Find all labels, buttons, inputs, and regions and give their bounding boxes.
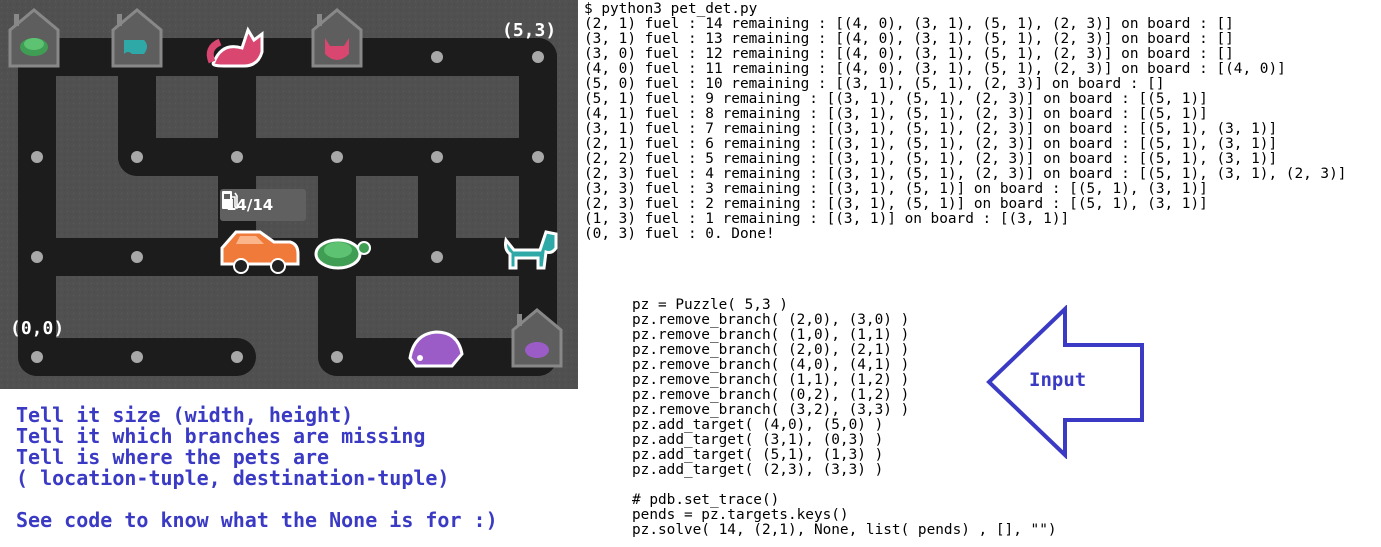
terminal-line: (4, 1) fuel : 8 remaining : [(3, 1), (5,… xyxy=(584,106,1208,122)
code-line: # pdb.set_trace() xyxy=(632,492,780,508)
code-line: pends = pz.targets.keys() xyxy=(632,507,849,523)
game-board: (5,3) (0,0) 14/14 xyxy=(0,0,578,389)
terminal-line: (2, 1) fuel : 6 remaining : [(3, 1), (5,… xyxy=(584,136,1278,152)
terminal-line: (5, 0) fuel : 10 remaining : [(3, 1), (5… xyxy=(584,76,1165,92)
terminal-line: (3, 1) fuel : 7 remaining : [(3, 1), (5,… xyxy=(584,121,1278,137)
terminal-line: (2, 3) fuel : 2 remaining : [(3, 1), (5,… xyxy=(584,196,1208,212)
terminal-line: (0, 3) fuel : 0. Done! xyxy=(584,226,775,242)
terminal-line: (2, 3) fuel : 4 remaining : [(3, 1), (5,… xyxy=(584,166,1347,182)
corner-label-top-right: (5,3) xyxy=(502,20,557,41)
terminal-line: (2, 2) fuel : 5 remaining : [(3, 1), (5,… xyxy=(584,151,1278,167)
note-line: Tell is where the pets are xyxy=(16,445,330,469)
terminal-line: (3, 3) fuel : 3 remaining : [(3, 1), (5,… xyxy=(584,181,1208,197)
terminal-line: (3, 1) fuel : 13 remaining : [(4, 0), (3… xyxy=(584,31,1234,47)
terminal-line: (3, 0) fuel : 12 remaining : [(4, 0), (3… xyxy=(584,46,1234,62)
note-line: ( location-tuple, destination-tuple) xyxy=(16,466,450,490)
terminal-line: (5, 1) fuel : 9 remaining : [(3, 1), (5,… xyxy=(584,91,1208,107)
terminal-line: (1, 3) fuel : 1 remaining : [(3, 1)] on … xyxy=(584,211,1070,227)
annotation-notes: Tell it size (width, height) Tell it whi… xyxy=(16,405,498,531)
note-line xyxy=(16,489,498,510)
terminal-line: (4, 0) fuel : 11 remaining : [(4, 0), (3… xyxy=(584,61,1286,77)
terminal-line: $ python3 pet_det.py xyxy=(584,1,758,17)
fuel-pump-icon xyxy=(222,191,238,209)
note-line: Tell it size (width, height) xyxy=(16,403,354,427)
note-line: Tell it which branches are missing xyxy=(16,424,426,448)
corner-label-bottom-left: (0,0) xyxy=(10,318,65,339)
fuel-badge: 14/14 xyxy=(220,189,306,221)
code-line: pz.add_target( (2,3), (3,3) ) xyxy=(632,462,884,478)
terminal-output: $ python3 pet_det.py (2, 1) fuel : 14 re… xyxy=(584,2,1346,242)
terminal-line: (2, 1) fuel : 14 remaining : [(4, 0), (3… xyxy=(584,16,1234,32)
code-line: pz.solve( 14, (2,1), None, list( pends) … xyxy=(632,522,1057,538)
input-arrow-label: Input xyxy=(1029,369,1087,391)
note-line: See code to know what the None is for :) xyxy=(16,508,498,532)
